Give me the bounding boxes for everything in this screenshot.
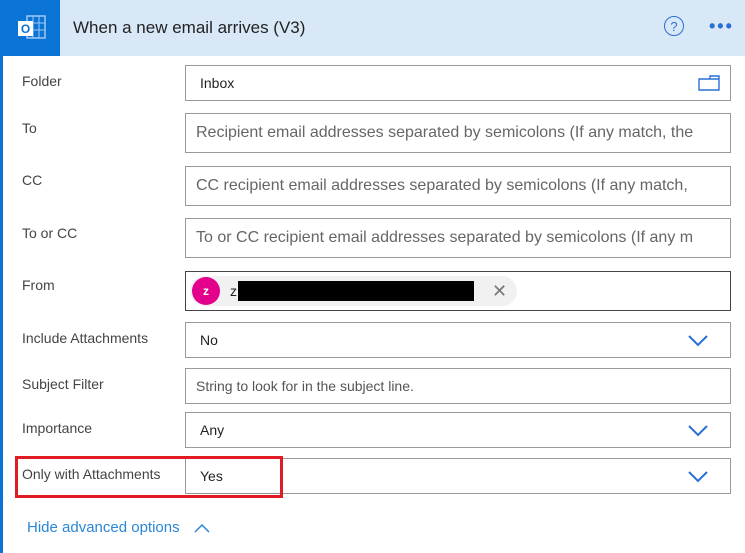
trigger-card: O When a new email arrives (V3) ? ••• Fo… (0, 0, 745, 553)
include-attachments-value: No (200, 332, 218, 348)
importance-label: Importance (22, 420, 93, 436)
from-chip: z z ✕ (190, 276, 518, 306)
hide-advanced-options-label: Hide advanced options (27, 519, 180, 536)
chevron-up-icon (194, 520, 210, 537)
include-attachments-select[interactable]: No (185, 322, 731, 358)
subject-filter-label: Subject Filter (22, 376, 104, 392)
folder-value: Inbox (200, 75, 235, 91)
hide-advanced-options-link[interactable]: Hide advanced options (27, 519, 210, 537)
redacted-block (238, 281, 474, 301)
svg-text:O: O (20, 22, 29, 36)
folder-field[interactable]: Inbox (185, 65, 731, 101)
chevron-down-icon[interactable] (688, 333, 708, 350)
to-input[interactable]: Recipient email addresses separated by s… (185, 113, 731, 153)
only-with-attachments-value: Yes (200, 468, 223, 484)
chevron-down-icon[interactable] (688, 423, 708, 440)
to-or-cc-label: To or CC (22, 225, 78, 241)
to-or-cc-input[interactable]: To or CC recipient email addresses separ… (185, 218, 731, 258)
from-input[interactable]: z z ✕ (185, 271, 731, 311)
card-header[interactable]: O When a new email arrives (V3) ? ••• (3, 0, 745, 56)
close-icon[interactable]: ✕ (492, 281, 507, 302)
from-label: From (22, 277, 55, 293)
only-with-attachments-select[interactable]: Yes (185, 458, 731, 494)
help-icon[interactable]: ? (664, 16, 684, 36)
include-attachments-label: Include Attachments (22, 330, 149, 346)
outlook-icon: O (3, 0, 60, 56)
folder-icon[interactable] (698, 75, 720, 94)
folder-label: Folder (22, 73, 62, 89)
more-options-icon[interactable]: ••• (709, 16, 734, 37)
only-with-attachments-label: Only with Attachments (22, 466, 161, 482)
importance-select[interactable]: Any (185, 412, 731, 448)
cc-label: CC (22, 172, 43, 188)
avatar: z (192, 277, 220, 305)
importance-value: Any (200, 422, 225, 438)
chevron-down-icon[interactable] (688, 469, 708, 486)
chip-text: z (230, 283, 237, 299)
card-title: When a new email arrives (V3) (73, 18, 306, 37)
to-label: To (22, 120, 37, 136)
subject-filter-input[interactable]: String to look for in the subject line. (185, 368, 731, 404)
cc-input[interactable]: CC recipient email addresses separated b… (185, 166, 731, 206)
